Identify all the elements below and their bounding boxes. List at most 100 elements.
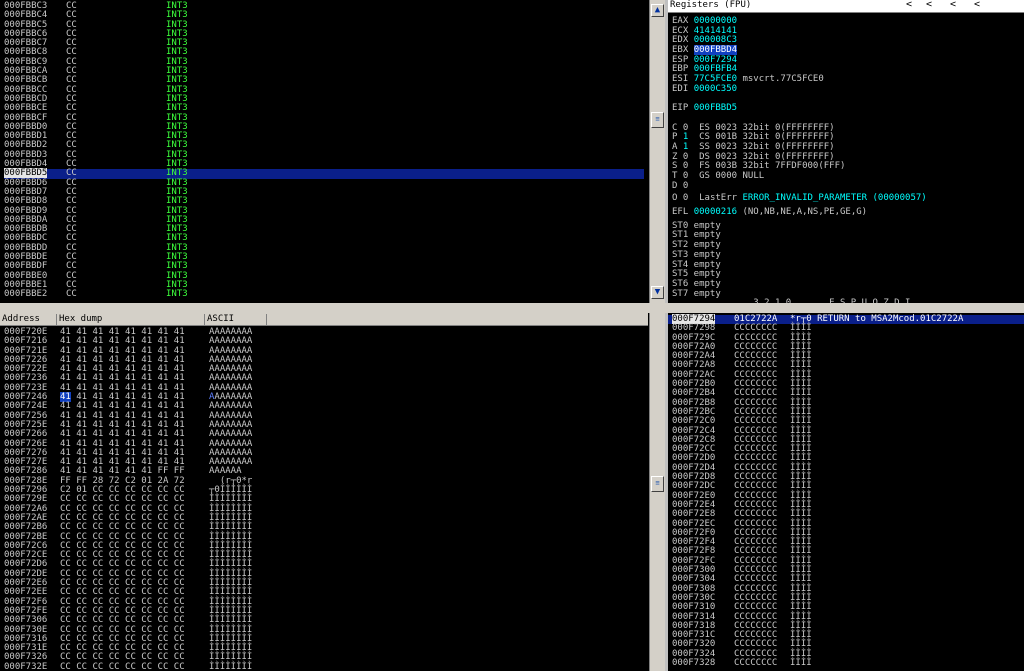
disasm-row[interactable]: 000FBBC4 CC INT3 bbox=[4, 10, 644, 20]
stack-row[interactable]: 000F730C CCCCCCCC ÌÌÌÌ bbox=[668, 593, 1024, 603]
stack-row[interactable]: 000F72B8 CCCCCCCC ÌÌÌÌ bbox=[668, 398, 1024, 408]
flag-value[interactable]: 0 bbox=[683, 171, 688, 181]
disasm-row[interactable]: 000FBBD8 CC INT3 bbox=[4, 196, 644, 206]
disasm-row[interactable]: 000FBBDF CC INT3 bbox=[4, 262, 644, 272]
disasm-row[interactable]: 000FBBD5 CC INT3 bbox=[4, 168, 644, 179]
register-value[interactable]: 000F7294 bbox=[694, 55, 737, 65]
disasm-row[interactable]: 000FBBC7 CC INT3 bbox=[4, 38, 644, 48]
dump-pane[interactable]: Address Hex dump ASCII 000F720E 41 41 41 … bbox=[0, 313, 648, 671]
disassembly-pane[interactable]: 000FBBC3 CC INT3 000FBBC4 CC INT3 000FBBC5 CC IN… bbox=[0, 0, 648, 303]
stack-row[interactable]: 000F72E0 CCCCCCCC ÌÌÌÌ bbox=[668, 491, 1024, 501]
stack-row[interactable]: 000F72D4 CCCCCCCC ÌÌÌÌ bbox=[668, 463, 1024, 473]
register-row[interactable]: EDI 0000C350 bbox=[672, 84, 938, 95]
stack-pane[interactable]: 000F7294 01C2722A *r┬0 RETURN to MSA2Mcod.… bbox=[668, 313, 1024, 671]
flag-value[interactable]: 1 bbox=[683, 142, 688, 152]
horizontal-splitter[interactable] bbox=[0, 303, 1024, 313]
stack-row[interactable]: 000F72AC CCCCCCCC ÌÌÌÌ bbox=[668, 370, 1024, 380]
register-value[interactable]: 77C5FCE0 bbox=[694, 74, 737, 84]
disasm-row[interactable]: 000FBBC3 CC INT3 bbox=[4, 1, 644, 11]
stack-row[interactable]: 000F7304 CCCCCCCC ÌÌÌÌ bbox=[668, 575, 1024, 585]
stack-row[interactable]: 000F72C8 CCCCCCCC ÌÌÌÌ bbox=[668, 435, 1024, 445]
stack-row[interactable]: 000F7320 CCCCCCCC ÌÌÌÌ bbox=[668, 640, 1024, 650]
stack-row[interactable]: 000F72E8 CCCCCCCC ÌÌÌÌ bbox=[668, 509, 1024, 519]
disasm-row[interactable]: 000FBBD1 CC INT3 bbox=[4, 131, 644, 141]
disasm-row[interactable]: 000FBBC9 CC INT3 bbox=[4, 57, 644, 67]
stack-row[interactable]: 000F7308 CCCCCCCC ÌÌÌÌ bbox=[668, 584, 1024, 594]
disasm-row[interactable]: 000FBBD2 CC INT3 bbox=[4, 141, 644, 151]
disasm-row[interactable]: 000FBBE2 CC INT3 bbox=[4, 289, 644, 299]
stack-row[interactable]: 000F72EC CCCCCCCC ÌÌÌÌ bbox=[668, 519, 1024, 529]
register-value[interactable]: 000FBBD4 bbox=[693, 45, 738, 56]
efl-value[interactable]: 00000216 bbox=[694, 207, 737, 217]
scroll-thumb-icon[interactable]: ≡ bbox=[651, 112, 664, 128]
nav-left-arrow-icon[interactable]: < bbox=[950, 0, 956, 10]
stack-row[interactable]: 000F72D8 CCCCCCCC ÌÌÌÌ bbox=[668, 472, 1024, 482]
stack-row[interactable]: 000F7324 CCCCCCCC ÌÌÌÌ bbox=[668, 649, 1024, 659]
disasm-row[interactable]: 000FBBCF CC INT3 bbox=[4, 113, 644, 123]
disasm-row[interactable]: 000FBBDA CC INT3 bbox=[4, 215, 644, 225]
disasm-row[interactable]: 000FBBDD CC INT3 bbox=[4, 243, 644, 253]
stack-row[interactable]: 000F7310 CCCCCCCC ÌÌÌÌ bbox=[668, 602, 1024, 612]
scroll-up-arrow-icon[interactable]: ▲ bbox=[651, 4, 664, 17]
disasm-row[interactable]: 000FBBD9 CC INT3 bbox=[4, 206, 644, 216]
disasm-row[interactable]: 000FBBCA CC INT3 bbox=[4, 66, 644, 76]
flag-row[interactable]: D 0 bbox=[672, 181, 938, 192]
dump-scrollbar[interactable]: ≡ bbox=[649, 313, 666, 671]
disasm-row[interactable]: 000FBBCB CC INT3 bbox=[4, 76, 644, 86]
disasm-row[interactable]: 000FBBDE CC INT3 bbox=[4, 252, 644, 262]
stack-row[interactable]: 000F7314 CCCCCCCC ÌÌÌÌ bbox=[668, 612, 1024, 622]
register-value[interactable]: 000FBFB4 bbox=[694, 64, 737, 74]
stack-row[interactable]: 000F7318 CCCCCCCC ÌÌÌÌ bbox=[668, 621, 1024, 631]
disasm-row[interactable]: 000FBBCD CC INT3 bbox=[4, 94, 644, 104]
disasm-row[interactable]: 000FBBC5 CC INT3 bbox=[4, 20, 644, 30]
disasm-row[interactable]: 000FBBD7 CC INT3 bbox=[4, 187, 644, 197]
stack-row[interactable]: 000F72C0 CCCCCCCC ÌÌÌÌ bbox=[668, 416, 1024, 426]
disasm-row[interactable]: 000FBBD3 CC INT3 bbox=[4, 150, 644, 160]
stack-row[interactable]: 000F72A4 CCCCCCCC ÌÌÌÌ bbox=[668, 351, 1024, 361]
stack-row[interactable]: 000F72BC CCCCCCCC ÌÌÌÌ bbox=[668, 407, 1024, 417]
stack-row[interactable]: 000F731C CCCCCCCC ÌÌÌÌ bbox=[668, 630, 1024, 640]
disasm-row[interactable]: 000FBBC8 CC INT3 bbox=[4, 48, 644, 58]
efl-row[interactable]: EFL 00000216 (NO,NB,NE,A,NS,PE,GE,G) bbox=[672, 207, 938, 218]
dump-header-address[interactable]: Address bbox=[0, 314, 57, 325]
stack-row[interactable]: 000F72B4 CCCCCCCC ÌÌÌÌ bbox=[668, 389, 1024, 399]
disasm-row[interactable]: 000FBBC6 CC INT3 bbox=[4, 29, 644, 39]
flag-value[interactable]: 1 bbox=[683, 132, 688, 142]
nav-left-arrow-icon[interactable]: < bbox=[974, 0, 980, 10]
stack-row[interactable]: 000F72F0 CCCCCCCC ÌÌÌÌ bbox=[668, 528, 1024, 538]
nav-left-arrow-icon[interactable]: < bbox=[926, 0, 932, 10]
disasm-row[interactable]: 000FBBDC CC INT3 bbox=[4, 234, 644, 244]
stack-row[interactable]: 000F729C CCCCCCCC ÌÌÌÌ bbox=[668, 333, 1024, 343]
flag-value[interactable]: 0 bbox=[683, 152, 688, 162]
stack-row[interactable]: 000F72E4 CCCCCCCC ÌÌÌÌ bbox=[668, 500, 1024, 510]
dump-hex[interactable]: CC CC CC CC CC CC CC CC bbox=[60, 662, 185, 671]
register-value[interactable]: 000008C3 bbox=[694, 35, 737, 45]
dump-header-hex[interactable]: Hex dump bbox=[57, 314, 205, 325]
nav-left-arrow-icon[interactable]: < bbox=[906, 0, 912, 10]
stack-row[interactable]: 000F72A0 CCCCCCCC ÌÌÌÌ bbox=[668, 342, 1024, 352]
disasm-row[interactable]: 000FBBE0 CC INT3 bbox=[4, 271, 644, 281]
stack-row[interactable]: 000F72A8 CCCCCCCC ÌÌÌÌ bbox=[668, 361, 1024, 371]
stack-row[interactable]: 000F72FC CCCCCCCC ÌÌÌÌ bbox=[668, 556, 1024, 566]
flag-value[interactable]: 0 bbox=[683, 161, 688, 171]
stack-row[interactable]: 000F72C4 CCCCCCCC ÌÌÌÌ bbox=[668, 426, 1024, 436]
lasterr-row[interactable]: O 0 LastErr ERROR_INVALID_PARAMETER (000… bbox=[672, 194, 938, 204]
stack-row[interactable]: 000F72D0 CCCCCCCC ÌÌÌÌ bbox=[668, 454, 1024, 464]
disasm-row[interactable]: 000FBBD6 CC INT3 bbox=[4, 178, 644, 188]
flag-row[interactable]: T 0 GS 0000 NULL bbox=[672, 171, 938, 182]
disasm-row[interactable]: 000FBBCE CC INT3 bbox=[4, 103, 644, 113]
stack-row[interactable]: 000F7328 CCCCCCCC ÌÌÌÌ bbox=[668, 658, 1024, 668]
register-value[interactable]: 000FBBD5 bbox=[694, 103, 737, 113]
stack-row[interactable]: 000F7300 CCCCCCCC ÌÌÌÌ bbox=[668, 565, 1024, 575]
stack-row[interactable]: 000F72F8 CCCCCCCC ÌÌÌÌ bbox=[668, 547, 1024, 557]
register-value[interactable]: 0000C350 bbox=[694, 84, 737, 94]
disasm-row[interactable]: 000FBBD4 CC INT3 bbox=[4, 159, 644, 169]
stack-row[interactable]: 000F72CC CCCCCCCC ÌÌÌÌ bbox=[668, 444, 1024, 454]
stack-row[interactable]: 000F7294 01C2722A *r┬0 RETURN to MSA2Mcod.… bbox=[668, 314, 1024, 325]
register-value[interactable]: 41414141 bbox=[694, 26, 737, 36]
register-value[interactable]: 00000000 bbox=[694, 16, 737, 26]
disasm-row[interactable]: 000FBBE1 CC INT3 bbox=[4, 280, 644, 290]
stack-row[interactable]: 000F72DC CCCCCCCC ÌÌÌÌ bbox=[668, 482, 1024, 492]
stack-row[interactable]: 000F7298 CCCCCCCC ÌÌÌÌ bbox=[668, 323, 1024, 333]
disasm-row[interactable]: 000FBBDB CC INT3 bbox=[4, 224, 644, 234]
